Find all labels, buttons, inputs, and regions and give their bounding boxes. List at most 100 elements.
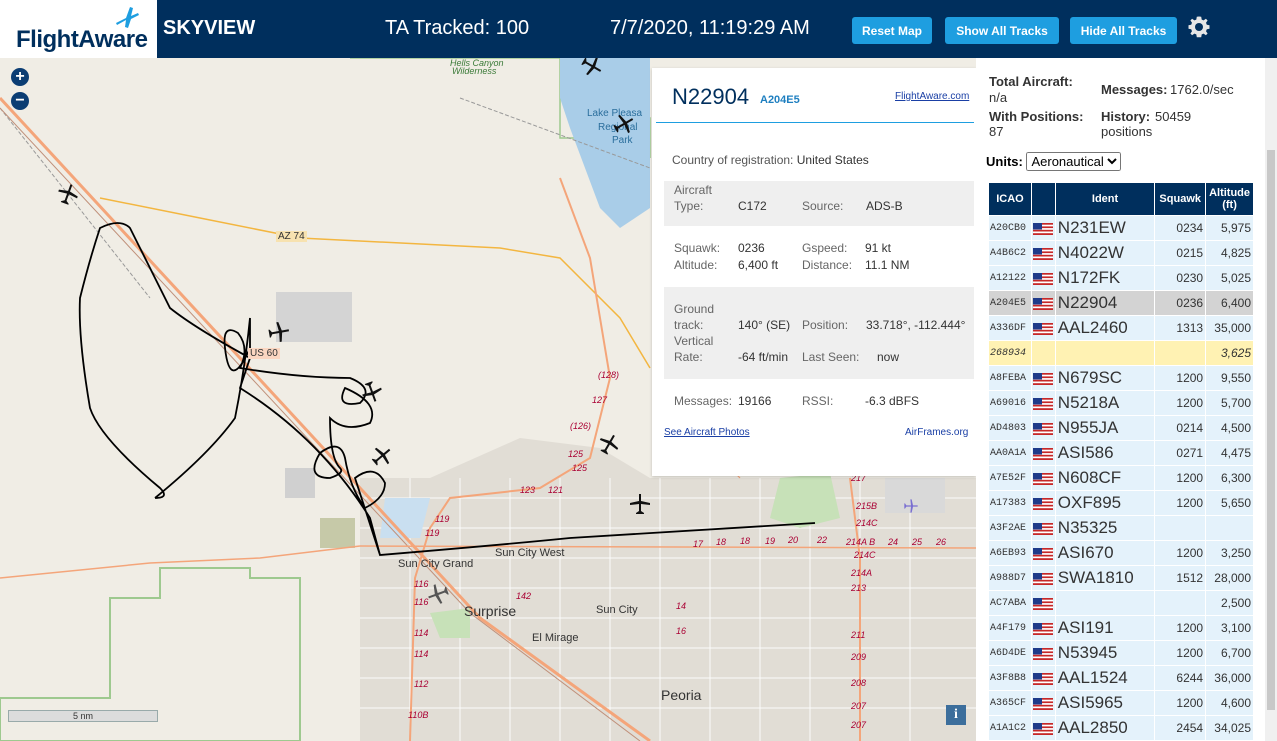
table-row[interactable]: A12122 N172FK 0230 5,025	[988, 265, 1254, 291]
aircraft-photos-link[interactable]: See Aircraft Photos	[664, 427, 750, 438]
table-row[interactable]: A6EB93 ASI670 1200 3,250	[988, 540, 1254, 566]
us-flag-icon	[1033, 397, 1054, 410]
row-flag	[1030, 665, 1056, 691]
table-row[interactable]: A20CB0 N231EW 0234 5,975	[988, 215, 1254, 241]
row-flag	[1030, 515, 1056, 541]
col-ident[interactable]: Ident	[1054, 182, 1156, 216]
row-flag	[1030, 265, 1056, 291]
flightaware-link[interactable]: FlightAware.com	[895, 91, 969, 102]
gear-icon[interactable]	[1187, 15, 1211, 39]
row-altitude: 5,650	[1205, 490, 1254, 516]
zoom-out-button[interactable]: −	[11, 92, 29, 110]
aircraft-icon[interactable]	[628, 492, 652, 516]
aircraft-icon[interactable]	[370, 444, 394, 468]
hide-all-tracks-button[interactable]: Hide All Tracks	[1070, 17, 1177, 44]
row-squawk: 1200	[1154, 615, 1207, 641]
row-flag	[1030, 365, 1056, 391]
el-mirage-label: El Mirage	[532, 632, 579, 644]
route-125b-label: 125	[572, 463, 588, 473]
row-ident: N22904	[1054, 290, 1156, 316]
aircraft-icon[interactable]	[267, 320, 291, 344]
gspeed-label: Gspeed:	[802, 241, 848, 255]
aircraft-icon[interactable]	[426, 582, 450, 606]
row-squawk: 1200	[1154, 465, 1207, 491]
table-row[interactable]: A336DF AAL2460 1313 35,000	[988, 315, 1254, 341]
aircraft-icon[interactable]	[612, 112, 636, 136]
table-row[interactable]: A7E52F N608CF 1200 6,300	[988, 465, 1254, 491]
us-flag-icon	[1033, 372, 1054, 385]
with-positions-value: 87	[989, 124, 1004, 139]
road-west	[0, 545, 361, 579]
row-flag	[1030, 340, 1056, 366]
total-aircraft-label: Total Aircraft:	[989, 74, 1073, 89]
aircraft-popup: N22904 A204E5 FlightAware.com Country of…	[652, 68, 976, 476]
aircraft-icon[interactable]	[580, 58, 604, 78]
table-row[interactable]: A4B6C2 N4022W 0215 4,825	[988, 240, 1254, 266]
table-row[interactable]: A4F179 ASI191 1200 3,100	[988, 615, 1254, 641]
table-row[interactable]: A365CF ASI5965 1200 4,600	[988, 690, 1254, 716]
flightaware-logo[interactable]: FlightAware	[0, 0, 157, 58]
col-altitude[interactable]: Altitude (ft)	[1205, 182, 1254, 216]
aircraft-type-label-1: Aircraft	[674, 183, 713, 197]
row-squawk: 1200	[1154, 690, 1207, 716]
scroll-thumb[interactable]	[1267, 150, 1275, 710]
wilderness-label-2: Wilderness	[452, 66, 497, 76]
history-value: 50459	[1155, 109, 1192, 124]
table-row[interactable]: A3F2AE N35325	[988, 515, 1254, 541]
row-icao: 268934	[988, 340, 1032, 366]
row-squawk: 0214	[1154, 415, 1207, 441]
table-row[interactable]: AC7ABA 2,500	[988, 590, 1254, 616]
col-flag[interactable]	[1030, 182, 1056, 216]
aircraft-icon[interactable]	[597, 432, 621, 456]
col-squawk[interactable]: Squawk	[1154, 182, 1207, 216]
row-icao: A4F179	[988, 615, 1032, 641]
us-flag-icon	[1033, 322, 1054, 335]
col-icao[interactable]: ICAO	[988, 182, 1032, 216]
table-row[interactable]: A8FEBA N679SC 1200 9,550	[988, 365, 1254, 391]
units-label: Units:	[986, 154, 1023, 169]
gspeed-value: 91 kt	[865, 241, 892, 255]
table-row[interactable]: A3F8B8 AAL1524 6244 36,000	[988, 665, 1254, 691]
reset-map-button[interactable]: Reset Map	[852, 17, 932, 44]
row-squawk: 1200	[1154, 640, 1207, 666]
table-row[interactable]: A17383 OXF895 1200 5,650	[988, 490, 1254, 516]
route-127-label: 127	[592, 395, 608, 405]
table-row[interactable]: A1A1C2 AAL2850 2454 34,025	[988, 715, 1254, 741]
table-row[interactable]: A204E5 N22904 0236 6,400	[988, 290, 1254, 316]
table-row[interactable]: A69016 N5218A 1200 5,700	[988, 390, 1254, 416]
panel-scrollbar[interactable]	[1265, 58, 1277, 741]
row-ident: AAL2460	[1054, 315, 1156, 341]
table-row[interactable]: AD4803 N955JA 0214 4,500	[988, 415, 1254, 441]
row-squawk: 1200	[1154, 540, 1207, 566]
table-row[interactable]: A6D4DE N53945 1200 6,700	[988, 640, 1254, 666]
row-flag	[1030, 690, 1056, 716]
row-altitude: 2,500	[1205, 590, 1254, 616]
squawk-label: Squawk:	[674, 241, 721, 255]
us-flag-icon	[1033, 297, 1054, 310]
az-74-road	[99, 197, 651, 369]
route-18-label: 18	[716, 537, 727, 547]
row-ident: N679SC	[1054, 365, 1156, 391]
units-select[interactable]: Aeronautical	[1026, 152, 1122, 171]
airframes-link[interactable]: AirFrames.org	[905, 427, 968, 438]
aircraft-icon[interactable]	[56, 182, 80, 206]
row-flag	[1030, 440, 1056, 466]
table-row[interactable]: AA0A1A ASI586 0271 4,475	[988, 440, 1254, 466]
table-row[interactable]: A988D7 SWA1810 1512 28,000	[988, 565, 1254, 591]
route-20-label: 20	[788, 535, 799, 545]
row-squawk: 0236	[1154, 290, 1207, 316]
row-icao: A1A1C2	[988, 715, 1032, 741]
row-altitude: 4,825	[1205, 240, 1254, 266]
info-button[interactable]: i	[946, 705, 966, 725]
row-squawk: 1313	[1154, 315, 1207, 341]
row-flag	[1030, 490, 1056, 516]
show-all-tracks-button[interactable]: Show All Tracks	[945, 17, 1059, 44]
row-ident: N53945	[1054, 640, 1156, 666]
row-flag	[1030, 240, 1056, 266]
aircraft-icon-selected[interactable]	[360, 380, 384, 404]
messages-rate-label: Messages:	[1101, 82, 1168, 97]
row-altitude: 9,550	[1205, 365, 1254, 391]
row-flag	[1030, 615, 1056, 641]
table-row[interactable]: 268934 3,625	[988, 340, 1254, 366]
zoom-in-button[interactable]: +	[11, 68, 29, 86]
